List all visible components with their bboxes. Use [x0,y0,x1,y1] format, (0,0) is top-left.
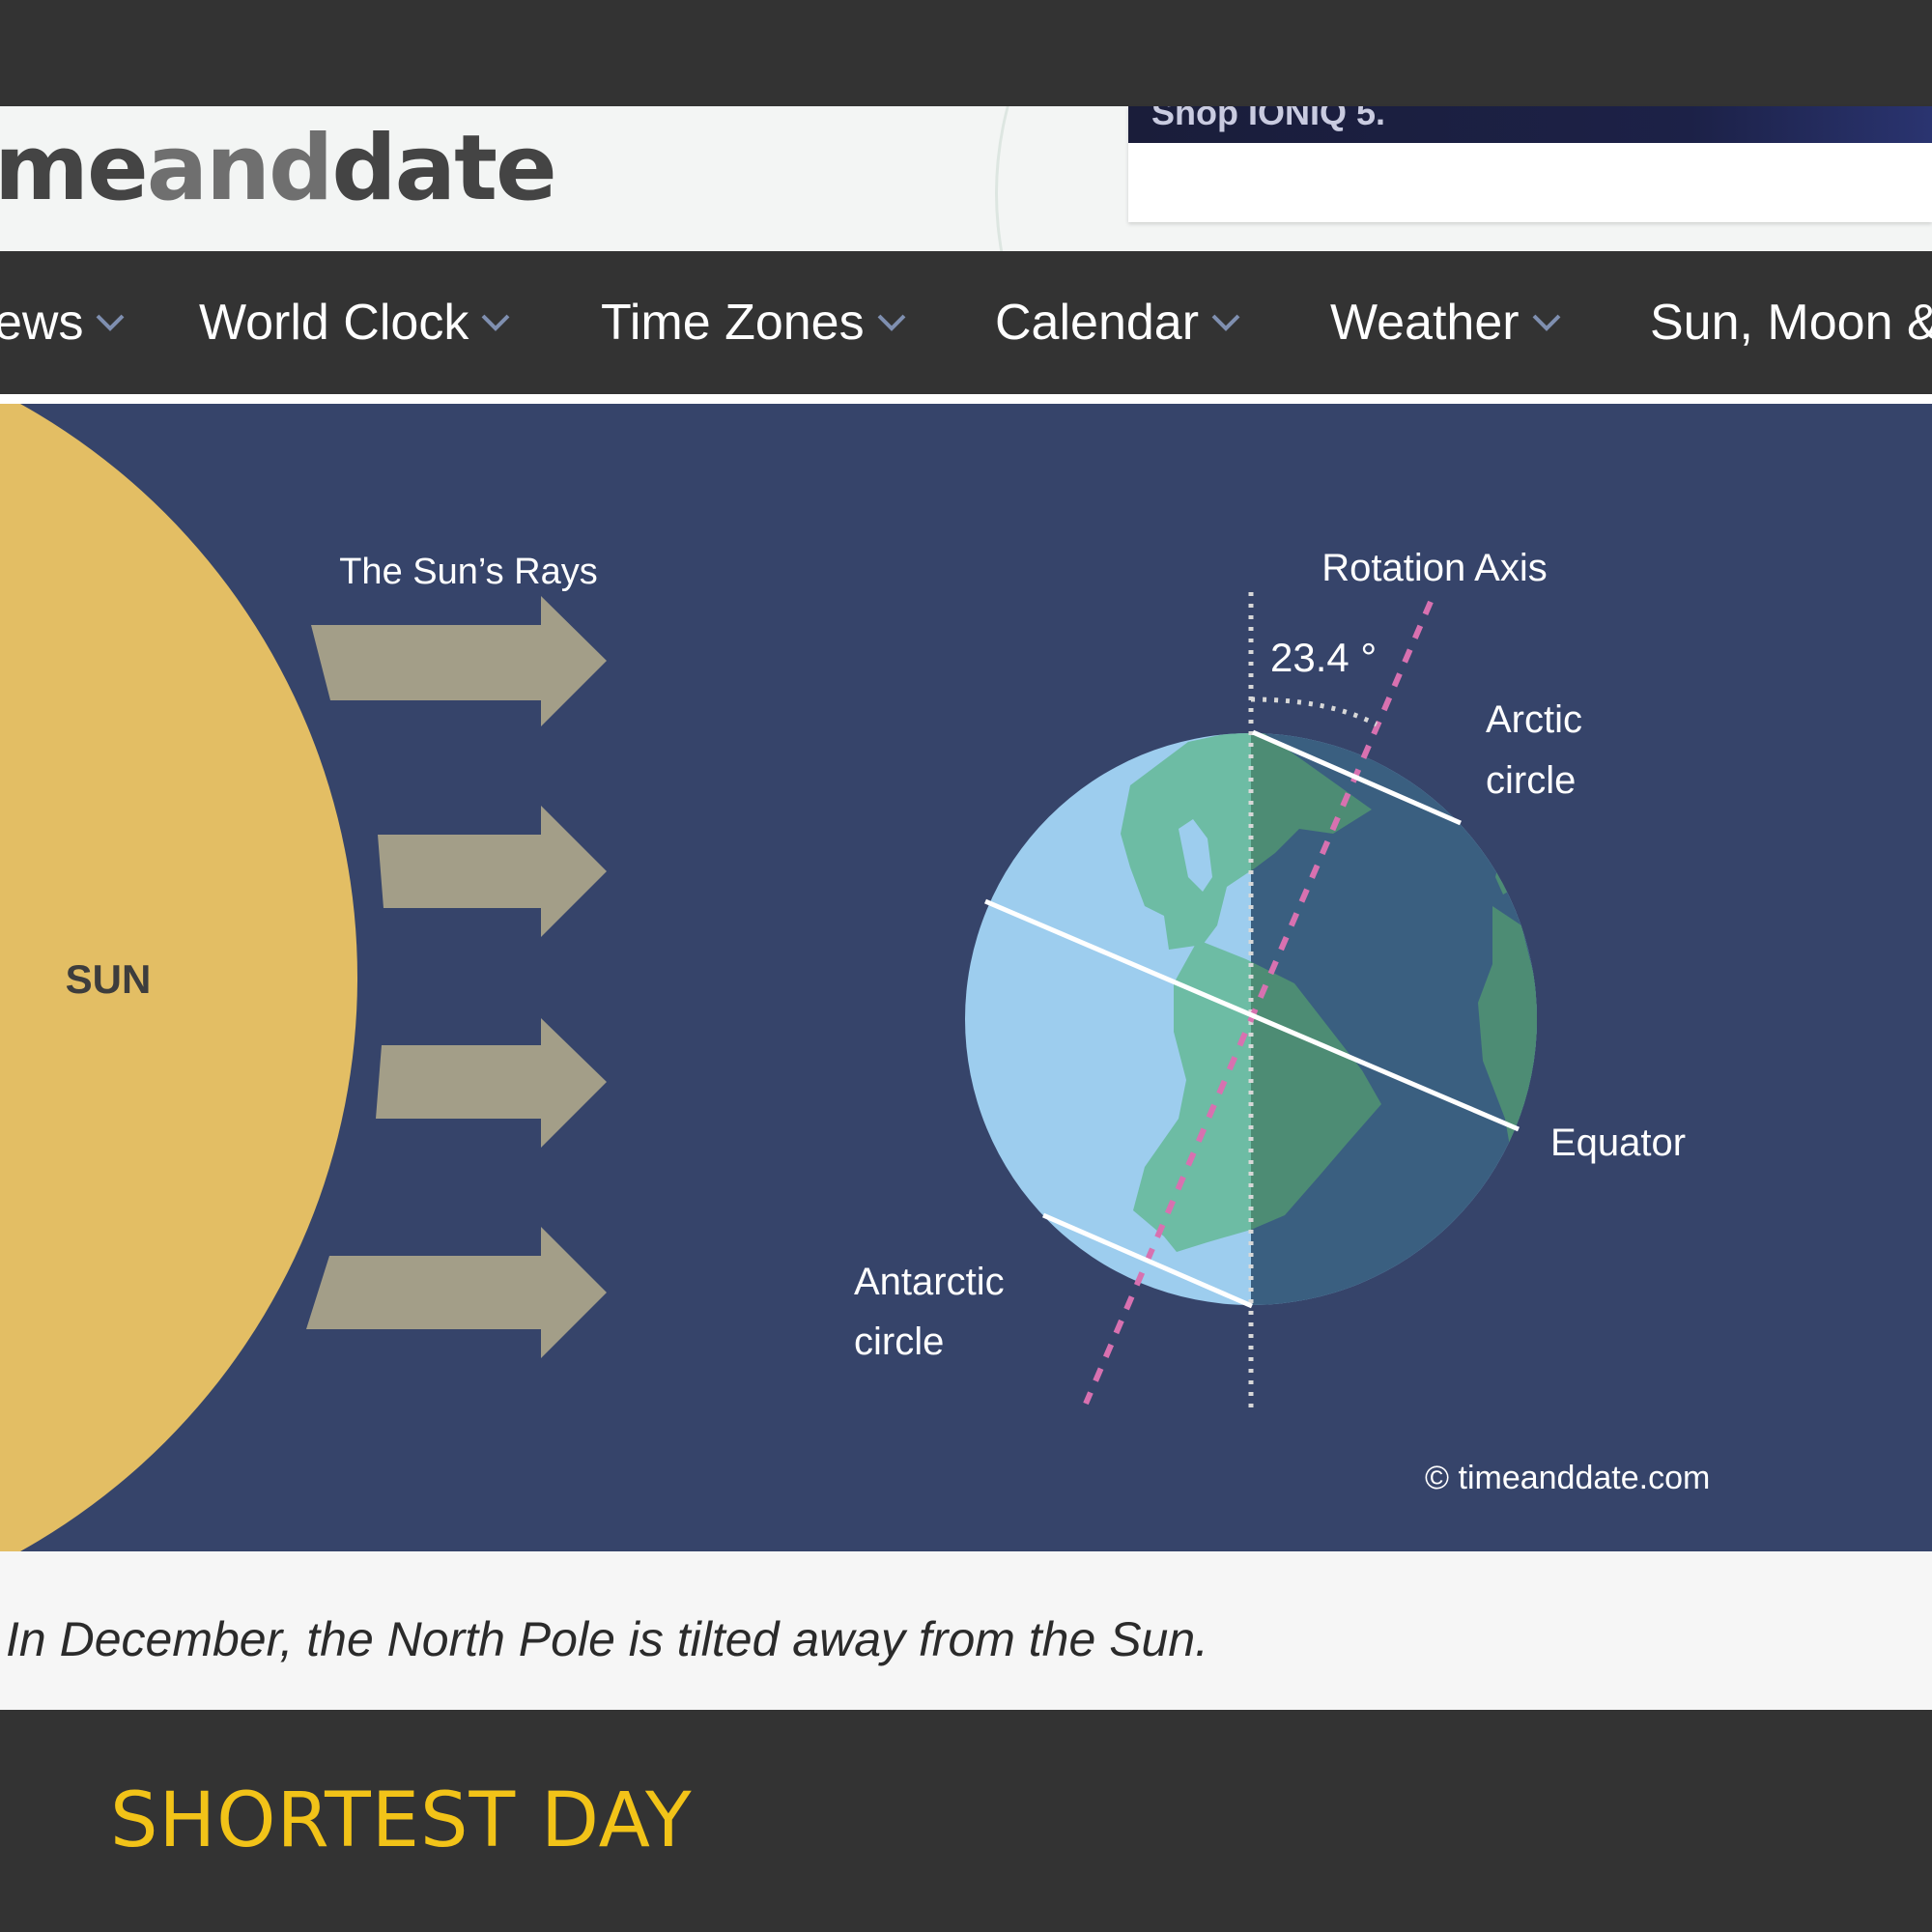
figure-caption: In December, the North Pole is tilted aw… [6,1612,1209,1666]
chevron-down-icon [1532,314,1561,332]
ad-text: Shop IONIQ 5. [1151,106,1386,132]
diagram-svg: SUN The Sun’s Rays Rotation Axis 23.4 ° … [0,404,1932,1551]
section-title: SHORTEST DAY [110,1777,693,1864]
logo-text-1: me [0,116,149,221]
nav-item-label: Weather [1330,295,1520,351]
chevron-down-icon [481,314,510,332]
nav-item-time-zones[interactable]: Time Zones [601,251,907,394]
main-nav: ews World Clock Time Zones Calendar Weat… [0,251,1932,394]
antarctic-circle-label-line1: Antarctic [854,1261,1005,1303]
nav-item-label: Calendar [995,295,1200,351]
logo-text-2: and [146,116,334,221]
nav-item-label: World Clock [199,295,469,351]
nav-item-label: Sun, Moon & [1650,295,1932,351]
nav-divider [0,394,1932,404]
sun-label: SUN [66,956,152,1002]
nav-item-sun-moon[interactable]: Sun, Moon & [1650,251,1932,394]
copyright-label: © timeanddate.com [1425,1460,1710,1496]
tilt-angle-label: 23.4 ° [1270,635,1377,680]
antarctic-circle-label-line2: circle [854,1321,944,1363]
equator-label: Equator [1550,1122,1686,1164]
nav-item-label: ews [0,295,84,351]
earth-tilt-diagram: SUN The Sun’s Rays Rotation Axis 23.4 ° … [0,404,1932,1551]
nav-item-news[interactable]: ews [0,251,126,394]
chevron-down-icon [1211,314,1240,332]
nav-item-world-clock[interactable]: World Clock [199,251,511,394]
arctic-circle-label-line1: Arctic [1486,698,1582,741]
chevron-down-icon [877,314,906,332]
arctic-circle-label-line2: circle [1486,759,1576,802]
nav-item-weather[interactable]: Weather [1330,251,1562,394]
site-logo[interactable]: meanddate [0,124,557,214]
rotation-axis-label: Rotation Axis [1321,547,1547,589]
nav-item-calendar[interactable]: Calendar [995,251,1241,394]
advertisement-banner[interactable]: Shop IONIQ 5. [1128,106,1932,222]
nav-item-label: Time Zones [601,295,865,351]
browser-top-bar [0,0,1932,106]
chevron-down-icon [97,314,125,332]
sun-rays-label: The Sun’s Rays [339,552,598,592]
logo-text-3: date [331,116,556,221]
